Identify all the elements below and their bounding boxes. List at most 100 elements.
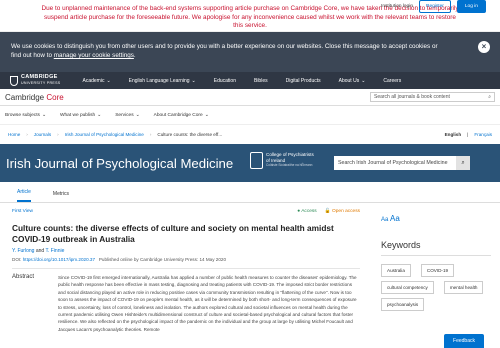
language-french[interactable]: Français bbox=[474, 132, 492, 137]
core-header: Cambridge Core Search all journals & boo… bbox=[0, 89, 500, 106]
language-english[interactable]: English bbox=[445, 132, 462, 137]
nav-digital-products[interactable]: Digital Products bbox=[286, 78, 321, 84]
sub-navigation: Browse subjects ⌄ What we publish ⌄ Servic… bbox=[0, 0, 500, 125]
shield-icon bbox=[10, 75, 18, 86]
abstract-section: Abstract Since COVID-19 first emerged in… bbox=[12, 274, 360, 333]
nav-education[interactable]: Education bbox=[214, 78, 236, 84]
language-divider: | bbox=[467, 132, 469, 137]
subnav-browse-subjects[interactable]: Browse subjects ⌄ bbox=[5, 113, 46, 118]
article-tabs: Article Metrics bbox=[0, 182, 500, 203]
nav-label: Academic bbox=[82, 77, 105, 84]
published-label: Published online by Cambridge University… bbox=[98, 257, 199, 262]
doi-line: DOI: https://doi.org/10.1017/ipm.2020.37… bbox=[12, 257, 360, 262]
subnav-label: What we publish bbox=[59, 112, 96, 118]
chevron-down-icon: ⌄ bbox=[106, 77, 111, 84]
doi-link[interactable]: https://doi.org/10.1017/ipm.2020.37 bbox=[23, 257, 95, 262]
subnav-about-cambridge-core[interactable]: About Cambridge Core ⌄ bbox=[154, 113, 209, 118]
search-icon[interactable]: ⌕ bbox=[488, 94, 491, 100]
chevron-down-icon: ⌄ bbox=[97, 112, 102, 118]
nav-english-language-learning[interactable]: English Language Learning ⌄ bbox=[129, 78, 196, 84]
subnav-label: Browse subjects bbox=[5, 112, 40, 118]
breadcrumb-journal[interactable]: Irish Journal of Psychological Medicine bbox=[65, 132, 144, 137]
tab-metrics[interactable]: Metrics bbox=[53, 191, 69, 202]
feedback-button[interactable]: Feedback bbox=[444, 334, 484, 348]
institution-login-link[interactable]: Institution login bbox=[381, 4, 413, 9]
nav-about-us[interactable]: About Us ⌄ bbox=[339, 78, 366, 84]
chevron-down-icon: ⌄ bbox=[135, 112, 140, 118]
keyword-tag[interactable]: COVID-19 bbox=[420, 264, 455, 277]
nav-label: Careers bbox=[383, 77, 402, 84]
abstract-heading: Abstract bbox=[12, 274, 35, 280]
journal-banner: Irish Journal of Psychological Medicine … bbox=[0, 144, 500, 182]
doi-label: DOI: bbox=[12, 257, 22, 262]
abstract-text: Since COVID-19 first emerged internation… bbox=[58, 275, 357, 332]
tab-article[interactable]: Article bbox=[17, 189, 31, 202]
keywords-heading: Keywords bbox=[381, 240, 421, 250]
login-button[interactable]: Log in bbox=[456, 0, 486, 13]
nav-label: Bibles bbox=[253, 77, 268, 84]
open-access-label: Open access bbox=[332, 209, 360, 214]
nav-academic[interactable]: Academic ⌄ bbox=[82, 78, 110, 84]
journal-title[interactable]: Irish Journal of Psychological Medicine bbox=[6, 156, 233, 171]
harp-icon bbox=[250, 152, 263, 169]
font-decrease-button[interactable]: Aa bbox=[381, 217, 388, 223]
site-search-input[interactable]: Search all journals & book content ⌕ bbox=[370, 92, 495, 102]
close-icon[interactable]: × bbox=[478, 41, 490, 53]
keyword-tag[interactable]: psychoanalysis bbox=[381, 298, 425, 311]
college-small: Coláiste Síciatraithe na hÉireann bbox=[266, 163, 313, 168]
chevron-right-icon: › bbox=[26, 132, 28, 137]
logo-line2: UNIVERSITY PRESS bbox=[21, 80, 61, 85]
breadcrumb-journals[interactable]: Journals bbox=[34, 132, 51, 137]
subnav-what-we-publish[interactable]: What we publish ⌄ bbox=[60, 113, 101, 118]
chevron-down-icon: ⌄ bbox=[41, 112, 46, 118]
college-line1: College of Psychiatrists bbox=[266, 152, 314, 158]
chevron-down-icon: ⌄ bbox=[191, 77, 196, 84]
sidebar: Aa Aa Keywords Australia COVID-19 cultur… bbox=[381, 203, 491, 311]
cambridge-core-logo[interactable]: Cambridge Core bbox=[5, 93, 64, 102]
chevron-down-icon: ⌄ bbox=[204, 112, 209, 118]
register-button[interactable]: Register bbox=[419, 0, 451, 13]
nav-label: About Us bbox=[338, 77, 360, 84]
subnav-services[interactable]: Services ⌄ bbox=[115, 113, 139, 118]
nav-label: Education bbox=[213, 77, 236, 84]
font-size-controls: Aa Aa bbox=[381, 214, 491, 223]
search-icon[interactable]: ⌕ bbox=[456, 156, 470, 170]
site-search-placeholder: Search all journals & book content bbox=[374, 94, 450, 100]
divider bbox=[381, 255, 491, 256]
subnav-label: About Cambridge Core bbox=[153, 112, 203, 118]
nav-label: Digital Products bbox=[285, 77, 321, 84]
journal-search-input[interactable]: Search Irish Journal of Psychological Me… bbox=[334, 156, 457, 170]
keyword-list: Australia COVID-19 cultural competency m… bbox=[381, 264, 491, 311]
cookie-banner: We use cookies to distinguish you from o… bbox=[0, 32, 500, 72]
nav-careers[interactable]: Careers bbox=[383, 78, 401, 84]
core-logo-a: Cambridge bbox=[5, 92, 45, 102]
free-access-label: Access bbox=[301, 209, 317, 214]
published-date: 14 May 2020 bbox=[199, 257, 227, 262]
divider bbox=[12, 268, 360, 269]
author-link[interactable]: T. Finnie bbox=[45, 248, 64, 254]
article-title: Culture counts: the diverse effects of c… bbox=[12, 223, 334, 244]
main-content: First View ● Access 🔓 Open access Cultur… bbox=[0, 203, 500, 348]
breadcrumb-current: Culture counts: the diverse eff... bbox=[157, 132, 223, 137]
college-logo: College of Psychiatrists of Ireland Colá… bbox=[250, 152, 314, 169]
font-increase-button[interactable]: Aa bbox=[390, 214, 400, 223]
chevron-down-icon: ⌄ bbox=[361, 77, 366, 84]
nav-bibles[interactable]: Bibles bbox=[254, 78, 268, 84]
core-logo-b: Core bbox=[46, 92, 64, 102]
free-access-badge: ● Access bbox=[297, 209, 317, 214]
author-link[interactable]: Y. Furlong bbox=[12, 248, 34, 254]
author-and: and bbox=[35, 248, 45, 254]
top-navigation: CAMBRIDGE UNIVERSITY PRESS Academic ⌄ Eng… bbox=[0, 72, 500, 89]
author-list: Y. Furlong and T. Finnie bbox=[12, 248, 360, 254]
logo-text: CAMBRIDGE UNIVERSITY PRESS bbox=[21, 74, 61, 86]
breadcrumb-home[interactable]: Home bbox=[8, 132, 20, 137]
keyword-tag[interactable]: cultural competency bbox=[381, 281, 434, 294]
article-column: First View ● Access 🔓 Open access Cultur… bbox=[12, 203, 360, 333]
keyword-tag[interactable]: mental health bbox=[443, 281, 484, 294]
cookie-settings-link[interactable]: manage your cookie settings bbox=[54, 52, 134, 59]
logo-line1: CAMBRIDGE bbox=[21, 74, 58, 80]
keyword-tag[interactable]: Australia bbox=[381, 264, 411, 277]
open-access-badge: 🔓 Open access bbox=[324, 209, 360, 214]
cambridge-logo[interactable]: CAMBRIDGE UNIVERSITY PRESS bbox=[10, 74, 61, 86]
chevron-right-icon: › bbox=[57, 132, 59, 137]
